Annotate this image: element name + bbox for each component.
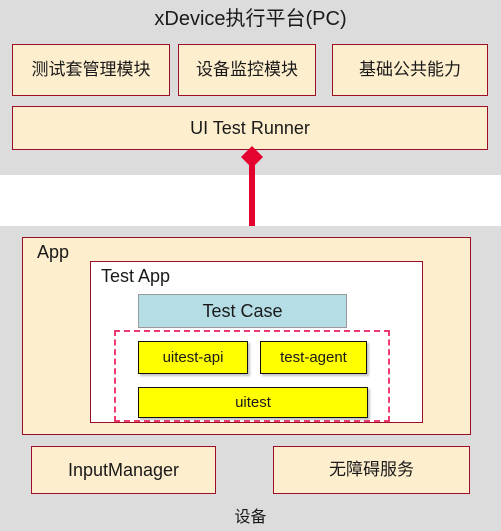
test-agent-label: test-agent xyxy=(280,348,347,366)
diagram-canvas: xDevice执行平台(PC) 测试套管理模块 设备监控模块 基础公共能力 UI… xyxy=(0,0,501,531)
input-manager-box[interactable]: InputManager xyxy=(31,446,216,494)
accessibility-service-box[interactable]: 无障碍服务 xyxy=(273,446,470,494)
module-box-device-monitoring[interactable]: 设备监控模块 xyxy=(178,44,316,96)
device-title: 设备 xyxy=(234,509,267,526)
input-manager-label: InputManager xyxy=(67,459,180,480)
ui-test-runner-label: UI Test Runner xyxy=(190,117,310,138)
uitest-label: uitest xyxy=(235,393,271,411)
test-case-box[interactable]: Test Case xyxy=(138,294,347,328)
module-label: 基础公共能力 xyxy=(359,60,461,80)
pc-platform-title: xDevice执行平台(PC) xyxy=(154,8,347,30)
uitest-api-label: uitest-api xyxy=(162,348,224,366)
test-app-label: Test App xyxy=(101,266,171,286)
up-arrow-icon xyxy=(241,146,263,232)
module-box-test-suite-management[interactable]: 测试套管理模块 xyxy=(12,44,170,96)
module-label: 设备监控模块 xyxy=(196,60,298,80)
test-agent-box[interactable]: test-agent xyxy=(260,341,367,374)
module-label: 测试套管理模块 xyxy=(31,60,151,80)
uitest-api-box[interactable]: uitest-api xyxy=(138,341,248,374)
module-box-base-common-capability[interactable]: 基础公共能力 xyxy=(332,44,488,96)
ui-test-runner-box[interactable]: UI Test Runner xyxy=(12,106,488,150)
test-case-label: Test Case xyxy=(202,300,283,321)
app-label: App xyxy=(37,242,70,262)
accessibility-service-label: 无障碍服务 xyxy=(329,460,414,480)
uitest-box[interactable]: uitest xyxy=(138,387,368,418)
